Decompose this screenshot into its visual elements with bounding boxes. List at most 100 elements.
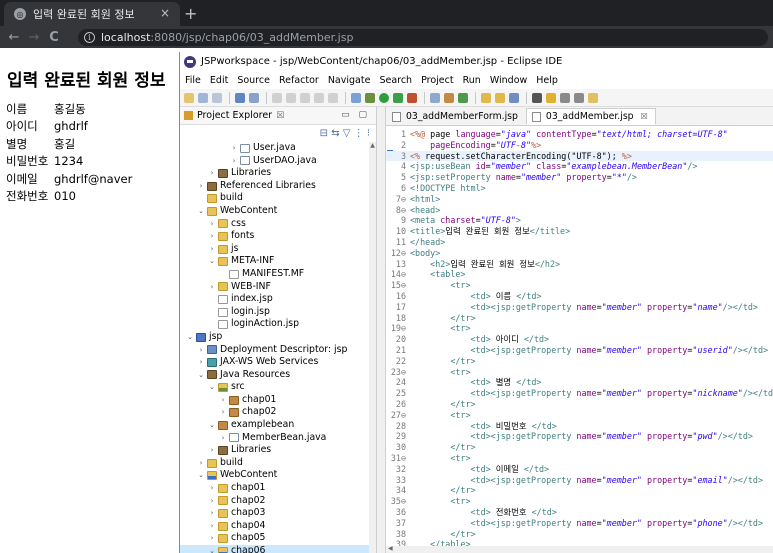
collapse-chevron-icon[interactable]: › [208,482,216,495]
collapse-chevron-icon[interactable]: › [208,444,216,457]
address-bar[interactable]: i localhost:8080/jsp/chap06/03_addMember… [78,29,768,46]
collapse-chevron-icon[interactable]: › [208,230,216,243]
resume-icon[interactable] [272,92,282,103]
code-line[interactable]: 31⊖ <tr> [386,453,773,464]
tree-item[interactable]: › User.java [180,142,370,155]
code-line[interactable]: 27⊖ <tr> [386,410,773,421]
new-package-icon[interactable] [444,92,454,103]
code-line[interactable]: 26 </tr> [386,399,773,410]
code-line[interactable]: 16 <td> 이름 </td> [386,291,773,302]
project-tree-scrollbar[interactable]: ▲ [369,142,376,553]
code-line[interactable]: 13 <h2>입력 완료된 회원 정보</h2> [386,259,773,270]
menu-refactor[interactable]: Refactor [279,75,319,86]
tree-item[interactable]: › chap01 [180,482,370,495]
code-line[interactable]: 19⊖ <tr> [386,323,773,334]
tree-item[interactable]: build [180,192,370,205]
menu-window[interactable]: Window [490,75,527,86]
mark-occurrences-icon[interactable] [546,92,556,103]
menu-help[interactable]: Help [536,75,558,86]
code-line[interactable]: 22 </tr> [386,356,773,367]
prev-annotation-icon[interactable] [574,92,584,103]
forward-button[interactable]: → [24,30,44,45]
menu-file[interactable]: File [185,75,201,86]
collapse-chevron-icon[interactable]: › [208,243,216,256]
code-line[interactable]: 9 <meta charset="UTF-8"> [386,215,773,226]
code-line[interactable]: 3 <% request.setCharacterEncoding("UTF-8"… [386,150,773,162]
view-tool-icons[interactable]: ⊟ ⇆ ▽ ⋮ ⁝ [320,128,370,139]
menu-source[interactable]: Source [237,75,270,86]
close-tab-icon[interactable]: × [160,6,170,20]
tree-item[interactable]: › Libraries [180,444,370,457]
tree-item[interactable]: › UserDAO.java [180,155,370,168]
code-line[interactable]: 10 <title>입력 완료된 회원 정보</title> [386,226,773,237]
new-icon[interactable] [184,92,194,103]
save-icon[interactable] [198,92,208,103]
collapse-chevron-icon[interactable]: › [197,356,205,369]
tree-item[interactable]: › JAX-WS Web Services [180,356,370,369]
collapse-chevron-icon[interactable]: › [219,432,227,445]
code-line[interactable]: 29 <td><jsp:getProperty name="member" pr… [386,431,773,442]
code-line[interactable]: 8⊖ <head> [386,205,773,216]
code-line[interactable]: 14⊖ <table> [386,269,773,280]
back-button[interactable]: ← [4,30,24,45]
tree-item[interactable]: › chap02 [180,495,370,508]
code-line[interactable]: 30 </tr> [386,442,773,453]
collapse-chevron-icon[interactable]: › [208,520,216,533]
code-line[interactable]: 37 <td><jsp:getProperty name="member" pr… [386,518,773,529]
collapse-chevron-icon[interactable]: › [197,457,205,470]
collapse-chevron-icon[interactable]: › [208,218,216,231]
code-line[interactable]: 18 </tr> [386,313,773,324]
close-editor-icon[interactable]: ☒ [641,112,648,121]
code-line[interactable]: 21 <td><jsp:getProperty name="member" pr… [386,345,773,356]
tree-item[interactable]: › chap03 [180,507,370,520]
tree-item[interactable]: ⌄ WebContent [180,205,370,218]
code-line[interactable]: 36 <td> 전화번호 </td> [386,507,773,518]
tree-item[interactable]: ⌄ WebContent [180,469,370,482]
tree-item[interactable]: › build [180,457,370,470]
code-line[interactable]: 32 <td> 이메일 </td> [386,464,773,475]
tree-item[interactable]: › WEB-INF [180,281,370,294]
collapse-chevron-icon[interactable]: › [230,142,238,155]
collapse-chevron-icon[interactable]: › [208,507,216,520]
expand-chevron-icon[interactable]: ⌄ [197,469,205,482]
annotation-icon[interactable] [532,92,542,103]
scroll-left-icon[interactable]: ◀ [388,545,393,552]
open-type-icon[interactable] [481,92,491,103]
tree-item[interactable]: ⌄ examplebean [180,419,370,432]
code-line[interactable]: 4 <jsp:useBean id="member" class="example… [386,161,773,172]
reload-button[interactable]: C [44,30,64,45]
tree-item[interactable]: login.jsp [180,306,370,319]
collapse-chevron-icon[interactable]: › [230,155,238,168]
new-tab-button[interactable]: + [184,4,197,23]
run-icon[interactable] [379,92,389,103]
menu-search[interactable]: Search [379,75,412,86]
external-tools-icon[interactable] [407,92,417,103]
expand-chevron-icon[interactable]: ⌄ [186,331,194,344]
pane-divider[interactable] [377,107,385,553]
code-line[interactable]: 25 <td><jsp:getProperty name="member" pr… [386,388,773,399]
next-annotation-icon[interactable] [560,92,570,103]
expand-chevron-icon[interactable]: ⌄ [208,381,216,394]
collapse-chevron-icon[interactable]: › [219,406,227,419]
info-icon[interactable]: i [84,32,95,43]
tree-item[interactable]: › css [180,218,370,231]
scroll-up-icon[interactable]: ▲ [369,142,376,150]
expand-chevron-icon[interactable]: ⌄ [208,255,216,268]
collapse-chevron-icon[interactable]: › [208,281,216,294]
run-last-icon[interactable] [393,92,403,103]
code-area[interactable]: 1 <%@ page language="java" contentType="t… [386,126,773,546]
code-line[interactable]: 2 pageEncoding="UTF-8"%> [386,140,773,151]
tree-item[interactable]: › Libraries [180,167,370,180]
tree-item[interactable]: › chap04 [180,520,370,533]
code-line[interactable]: 17 <td><jsp:getProperty name="member" pr… [386,302,773,313]
collapse-chevron-icon[interactable]: › [197,180,205,193]
collapse-chevron-icon[interactable]: › [208,532,216,545]
save-all-icon[interactable] [212,92,222,103]
code-line[interactable]: 28 <td> 비밀번호 </td> [386,421,773,432]
tree-item[interactable]: › chap01 [180,394,370,407]
tree-item[interactable]: MANIFEST.MF [180,268,370,281]
collapse-chevron-icon[interactable]: › [219,394,227,407]
tree-item[interactable]: › Referenced Libraries [180,180,370,193]
code-line[interactable]: 7⊖ <html> [386,194,773,205]
expand-chevron-icon[interactable]: ⌄ [208,545,216,553]
